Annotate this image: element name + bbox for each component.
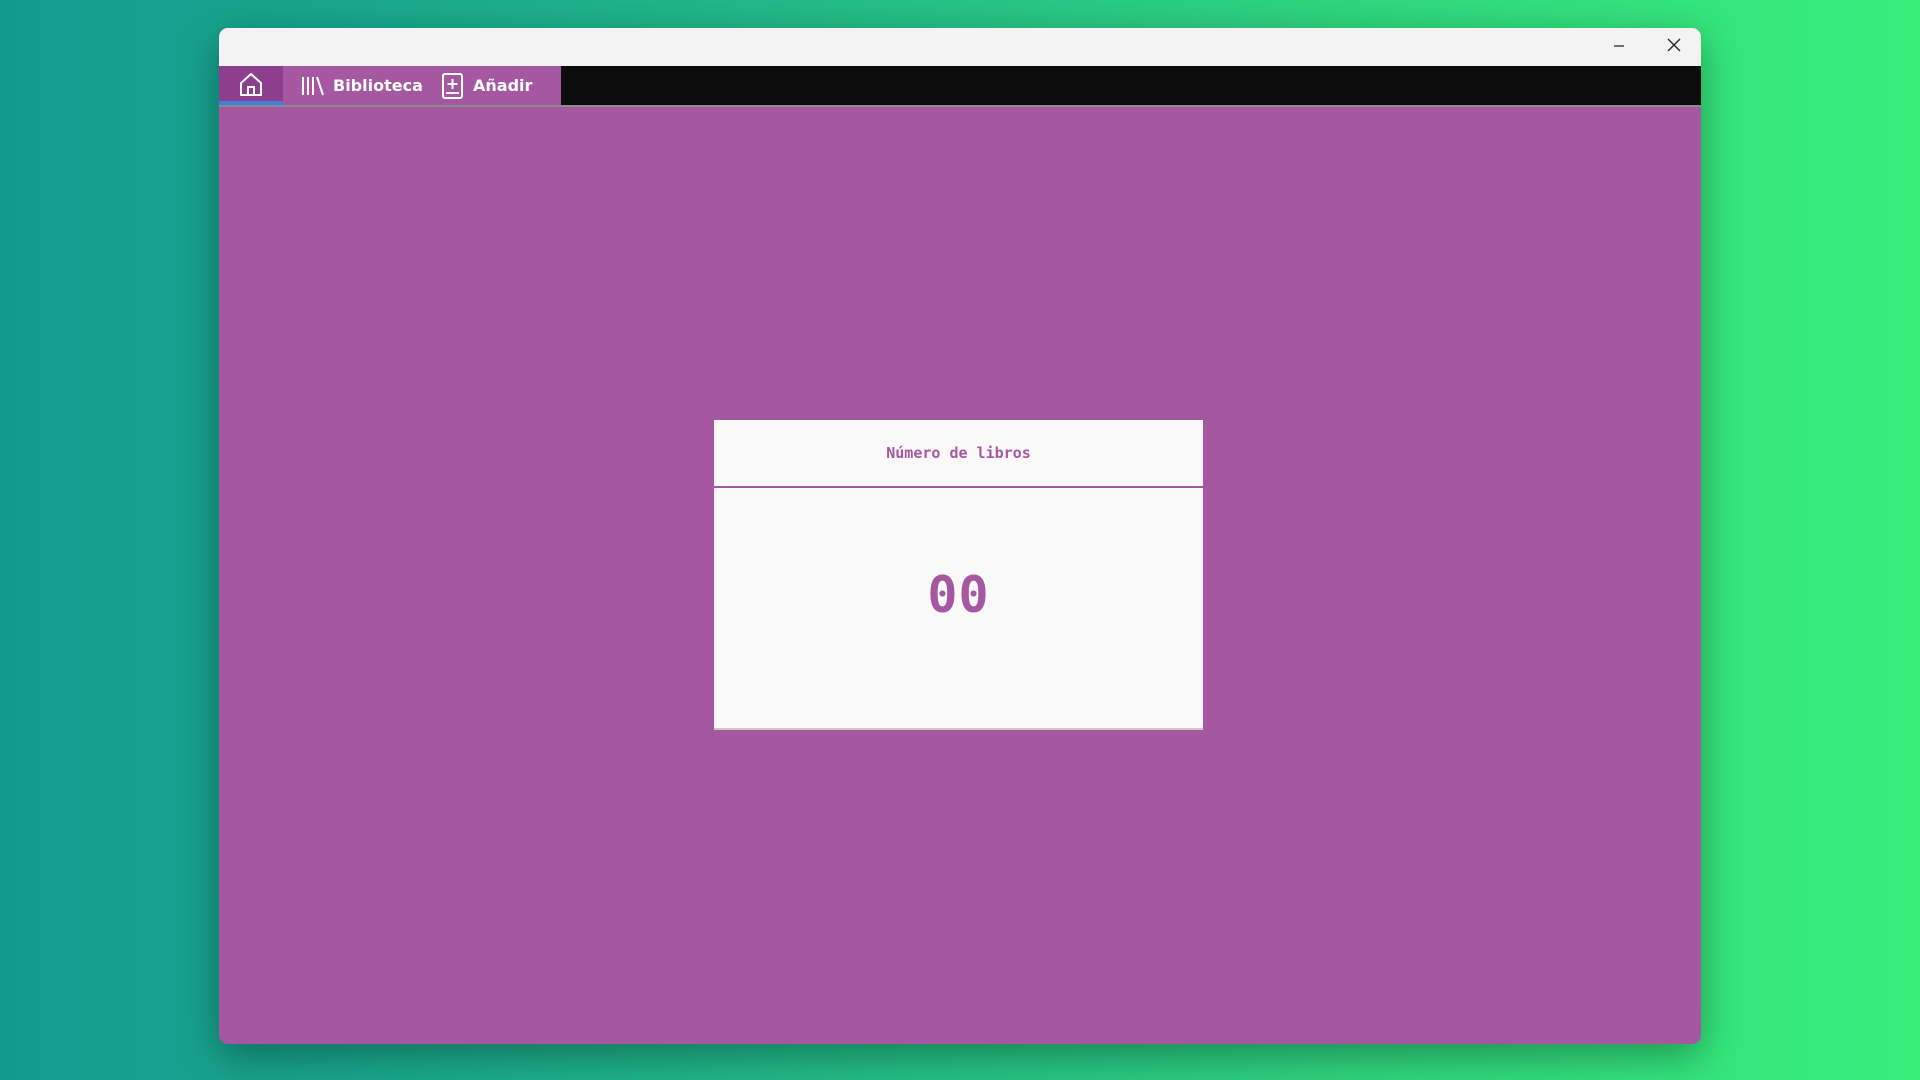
nav-item-anadir[interactable]: Añadir: [435, 66, 532, 105]
book-count-card: Número de libros 00: [714, 420, 1203, 730]
close-icon: [1666, 37, 1682, 57]
minimize-icon: [1612, 38, 1626, 57]
home-icon: [238, 71, 264, 101]
library-icon: [301, 75, 325, 97]
active-tab-indicator: [219, 101, 283, 105]
minimize-button[interactable]: [1592, 28, 1646, 66]
add-book-icon: [441, 72, 465, 100]
card-title: Número de libros: [714, 420, 1203, 488]
book-count-value: 00: [927, 566, 990, 624]
nav-home-button[interactable]: [219, 66, 283, 105]
nav-item-label: Añadir: [473, 76, 533, 95]
card-body: 00: [714, 488, 1203, 728]
nav-item-label: Biblioteca: [333, 76, 423, 95]
close-button[interactable]: [1647, 28, 1701, 66]
nav-tabs: Biblioteca Añadir: [219, 66, 561, 105]
app-window: Biblioteca Añadir Número de libros 00: [219, 28, 1701, 1044]
nav-bar: Biblioteca Añadir: [219, 66, 1701, 107]
nav-item-biblioteca[interactable]: Biblioteca: [283, 66, 435, 105]
title-bar: [219, 28, 1701, 66]
